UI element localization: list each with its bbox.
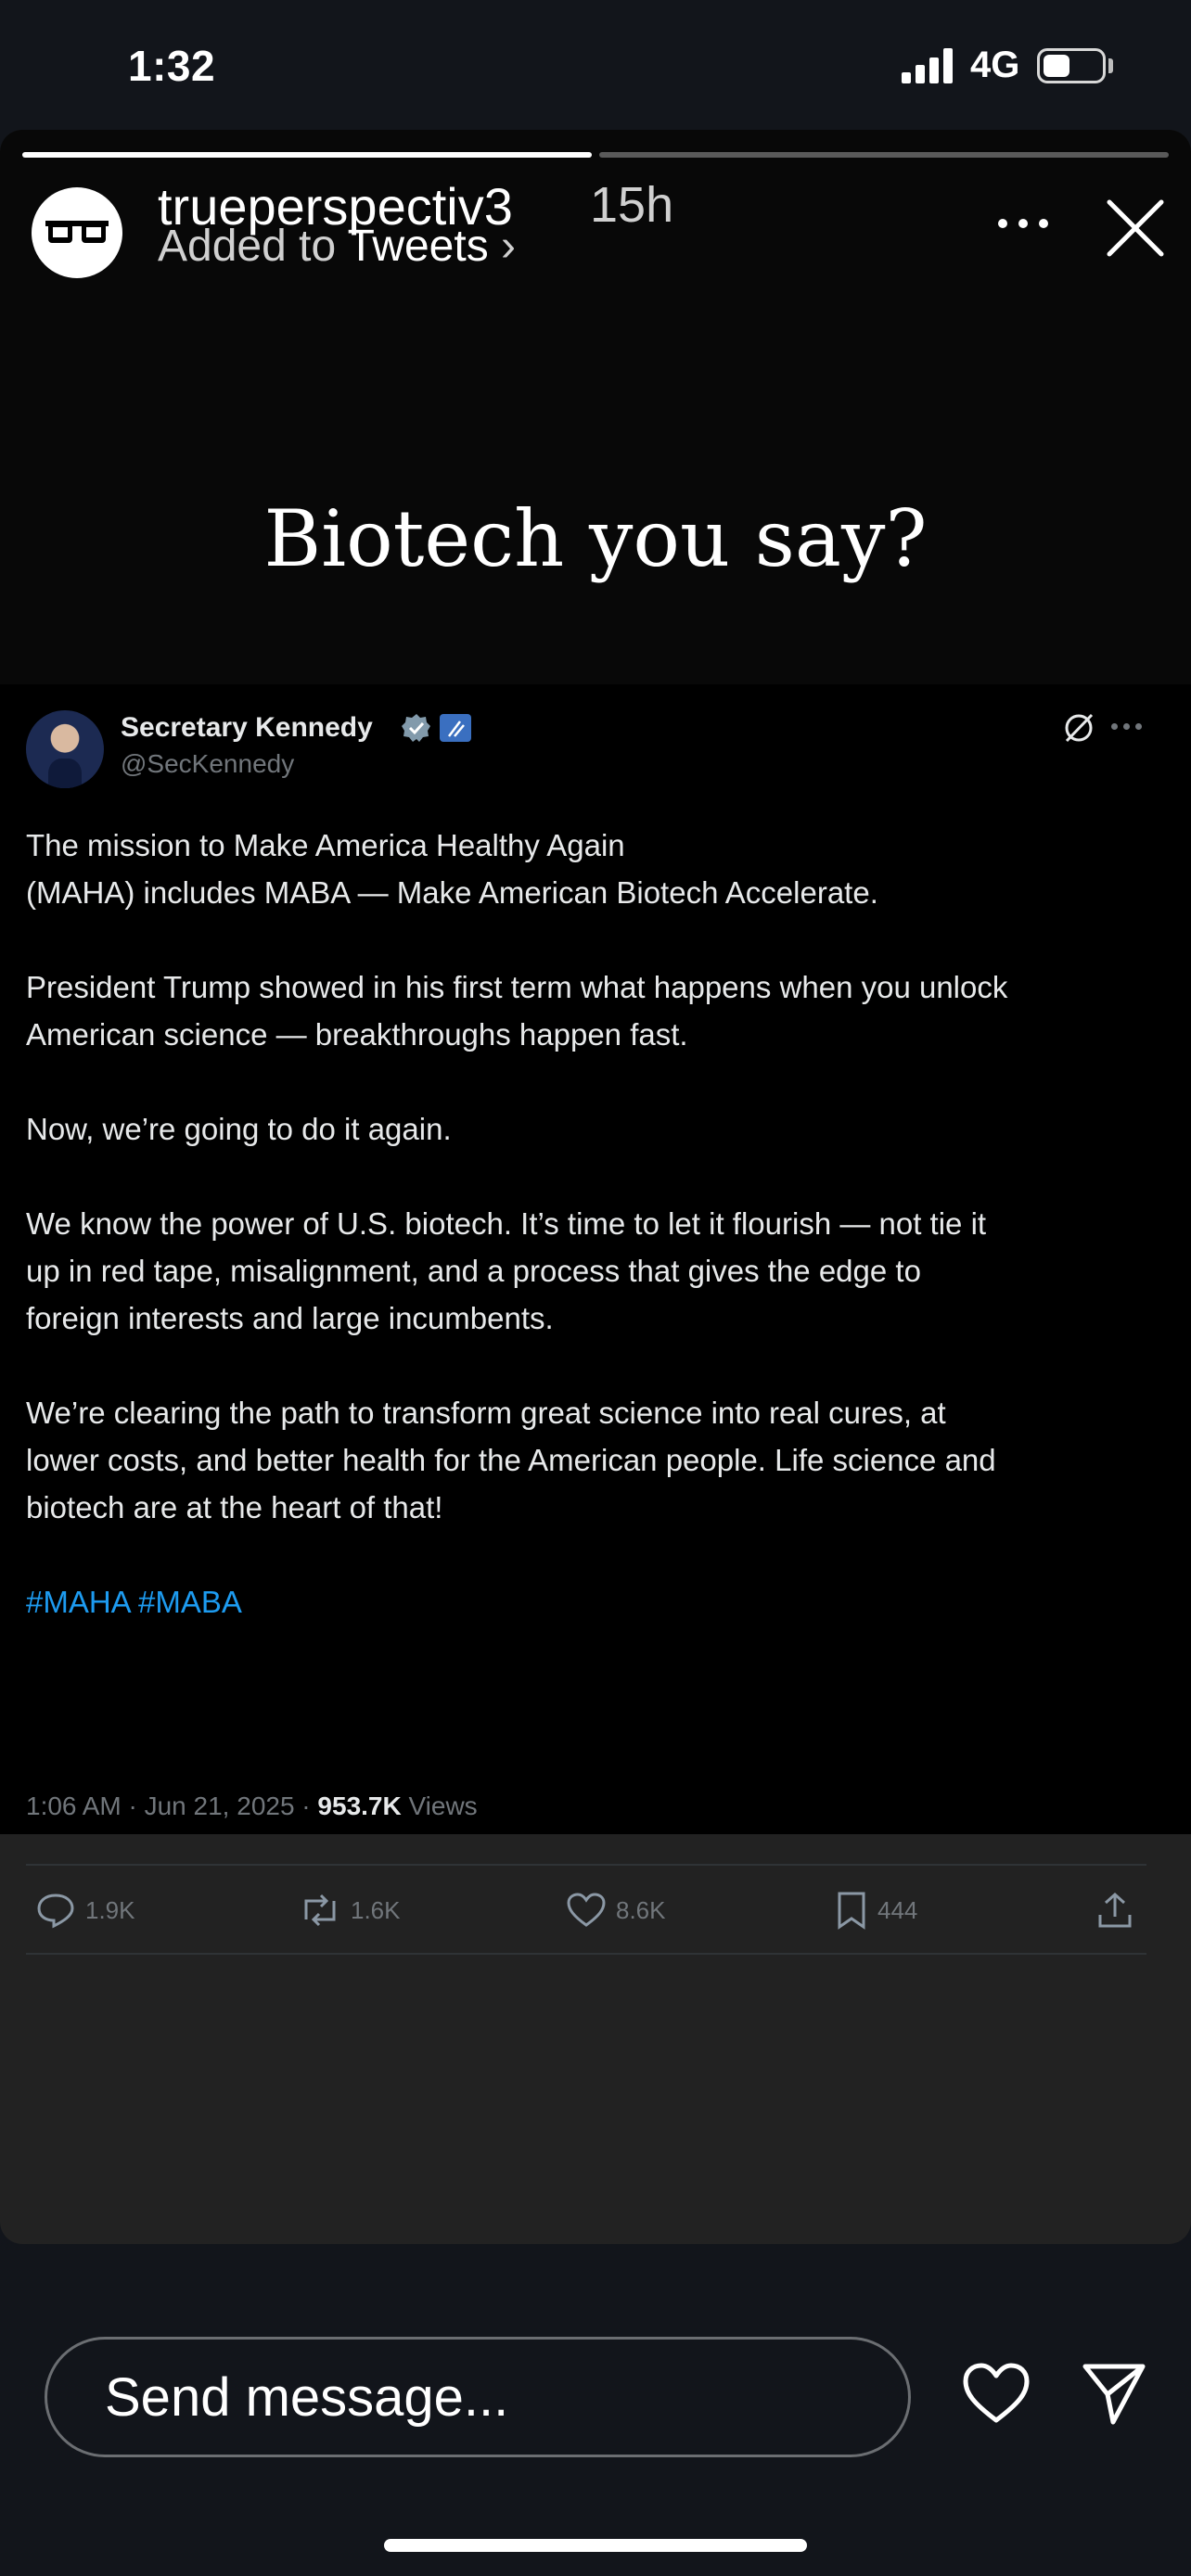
send-icon[interactable] xyxy=(1080,2359,1148,2428)
chevron-right-icon: › xyxy=(501,222,517,271)
tweet-more-icon xyxy=(1111,723,1143,733)
grok-icon xyxy=(1065,713,1094,743)
tweet-body: The mission to Make America Healthy Agai… xyxy=(26,822,1176,1673)
send-message-input[interactable] xyxy=(45,2337,911,2457)
reply-icon xyxy=(37,1894,74,1929)
divider xyxy=(26,1864,1146,1866)
tweet-views-label: Views xyxy=(401,1792,478,1820)
added-to-highlight-link[interactable]: Added to Tweets › xyxy=(158,221,516,272)
status-time: 1:32 xyxy=(128,42,216,90)
share-icon xyxy=(1098,1892,1132,1928)
network-type: 4G xyxy=(970,45,1020,85)
verified-icon xyxy=(402,714,430,742)
home-indicator[interactable] xyxy=(384,2539,807,2552)
story-progress-bar-2 xyxy=(599,152,1169,158)
battery-cap xyxy=(1108,58,1113,73)
more-icon[interactable] xyxy=(998,215,1050,230)
like-icon xyxy=(567,1893,606,1927)
tweet-paragraph: President Trump showed in his first term… xyxy=(26,970,1008,1052)
reply-bar xyxy=(0,2244,1191,2576)
battery-level xyxy=(1044,55,1069,77)
tweet-display-name: Secretary Kennedy xyxy=(121,712,373,743)
bookmark-action: 444 xyxy=(835,1886,917,1934)
tweet-hashtags: #MAHA #MABA xyxy=(26,1585,242,1619)
highlight-name: Tweets xyxy=(347,222,489,271)
tweet-timestamp: 1:06 AM · Jun 21, 2025 · xyxy=(26,1792,318,1820)
gov-badge-icon xyxy=(440,714,471,742)
status-bar: 1:32 4G xyxy=(0,0,1191,130)
tweet-handle: @SecKennedy xyxy=(121,749,295,778)
tweet-paragraph: Now, we’re going to do it again. xyxy=(26,1112,452,1146)
story-header-area: trueperspectiv3 15h Added to Tweets › Bi… xyxy=(0,130,1191,684)
story-time-ago: 15h xyxy=(590,177,674,233)
repost-icon xyxy=(304,1894,336,1927)
signal-icon xyxy=(902,48,957,83)
tweet-paragraph: We know the power of U.S. biotech. It’s … xyxy=(26,1206,987,1335)
story-progress-fill-1 xyxy=(22,152,592,158)
glasses-icon xyxy=(45,221,109,243)
tweet-avatar xyxy=(26,710,104,788)
tweet-views-count: 953.7K xyxy=(317,1792,402,1820)
reply-action: 1.9K xyxy=(35,1886,135,1934)
repost-action: 1.6K xyxy=(299,1886,401,1934)
bookmark-icon xyxy=(838,1892,865,1930)
divider xyxy=(26,1953,1146,1955)
story-avatar[interactable] xyxy=(32,187,122,278)
reply-count: 1.9K xyxy=(85,1895,135,1924)
story-progress-bar-1 xyxy=(22,152,592,158)
battery-icon xyxy=(1037,48,1106,83)
tweet-paragraph: The mission to Make America Healthy Agai… xyxy=(26,828,878,910)
tweet-paragraph: We’re clearing the path to transform gre… xyxy=(26,1396,996,1524)
like-action: 8.6K xyxy=(566,1886,666,1934)
close-icon[interactable] xyxy=(1104,197,1167,260)
heart-icon[interactable] xyxy=(961,2361,1031,2426)
tweet-meta: 1:06 AM · Jun 21, 2025 · 953.7K Views xyxy=(26,1792,478,1821)
story-viewer[interactable]: trueperspectiv3 15h Added to Tweets › Bi… xyxy=(0,130,1191,2244)
story-caption: Biotech you say? xyxy=(263,493,928,584)
added-to-prefix: Added to xyxy=(158,222,337,271)
tweet-actions: 1.9K 1.6K 8.6K 444 xyxy=(0,1886,1191,1934)
like-count: 8.6K xyxy=(616,1895,666,1924)
repost-count: 1.6K xyxy=(351,1895,401,1924)
tweet-card: Secretary Kennedy @SecKennedy The missio… xyxy=(0,684,1191,1955)
share-action xyxy=(1096,1886,1133,1934)
bookmark-count: 444 xyxy=(877,1895,918,1924)
